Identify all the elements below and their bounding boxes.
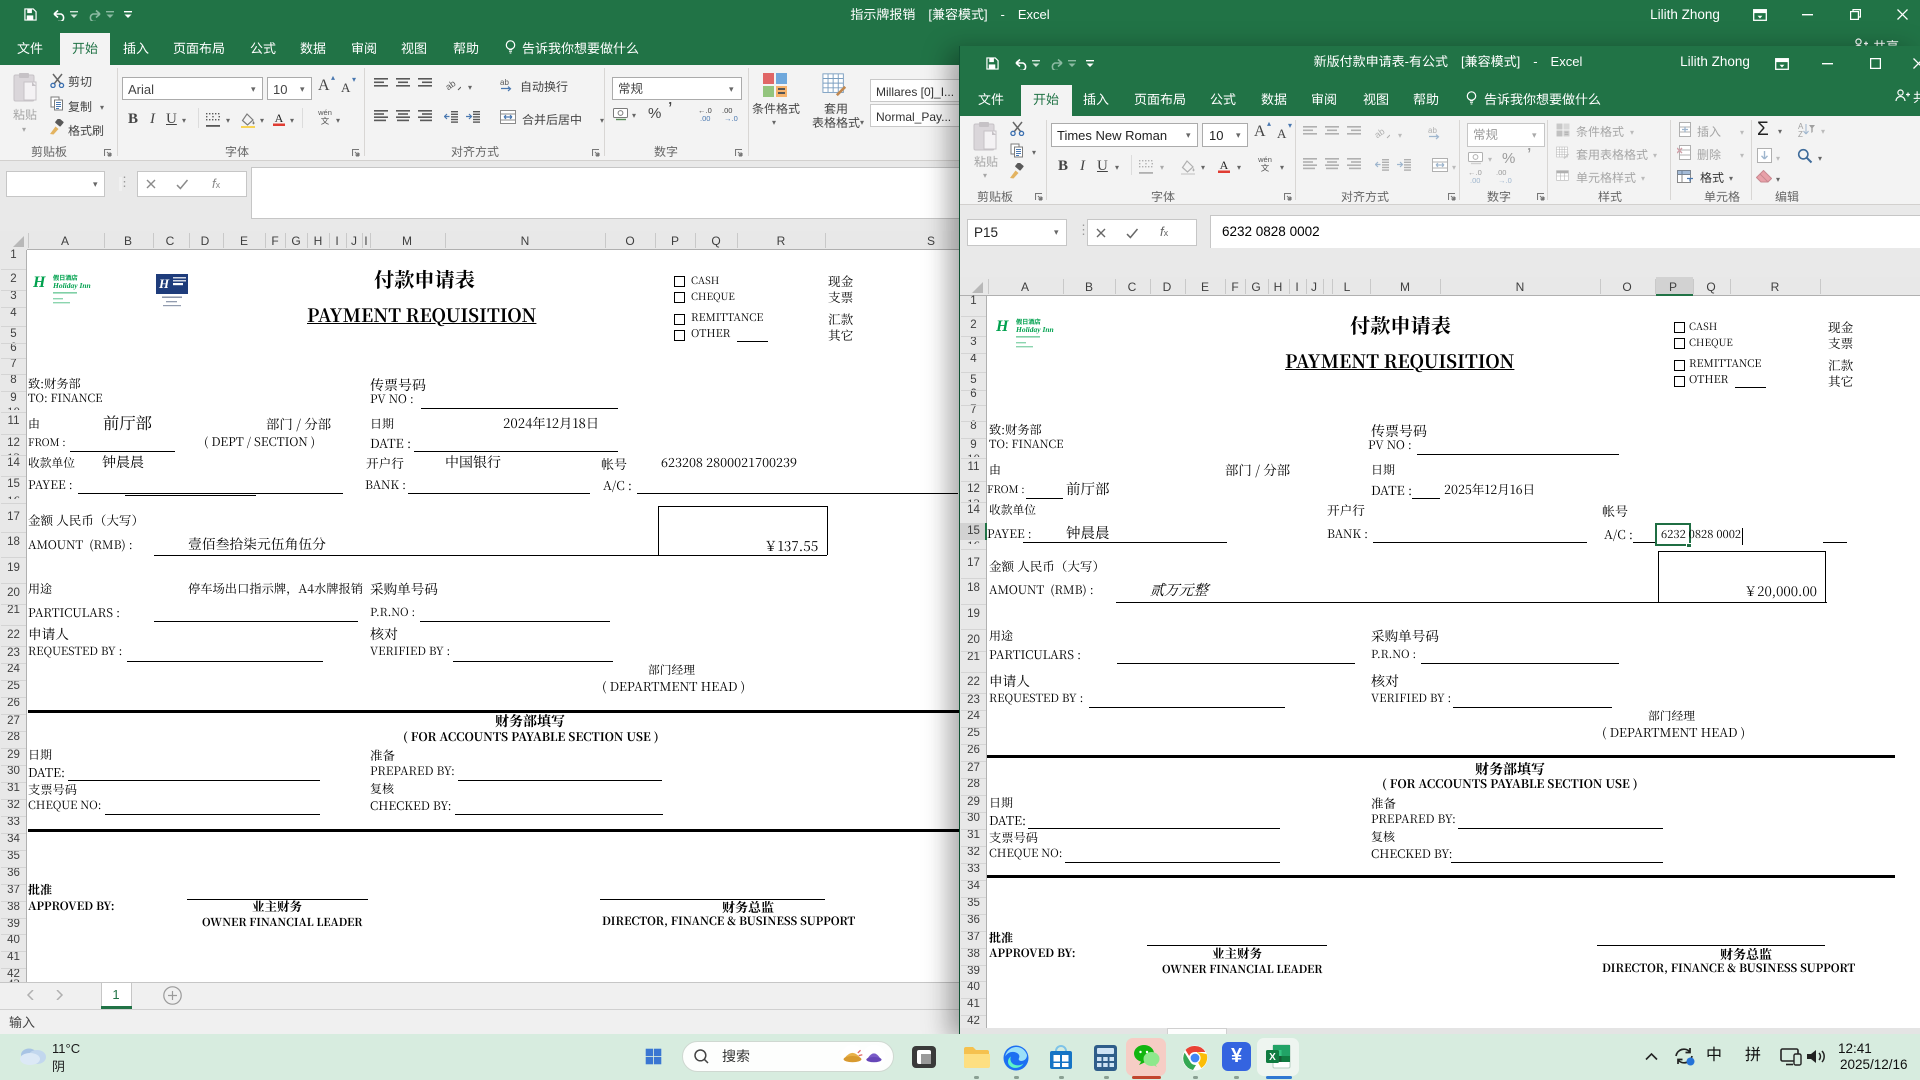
svg-text:X: X	[1269, 1052, 1276, 1063]
